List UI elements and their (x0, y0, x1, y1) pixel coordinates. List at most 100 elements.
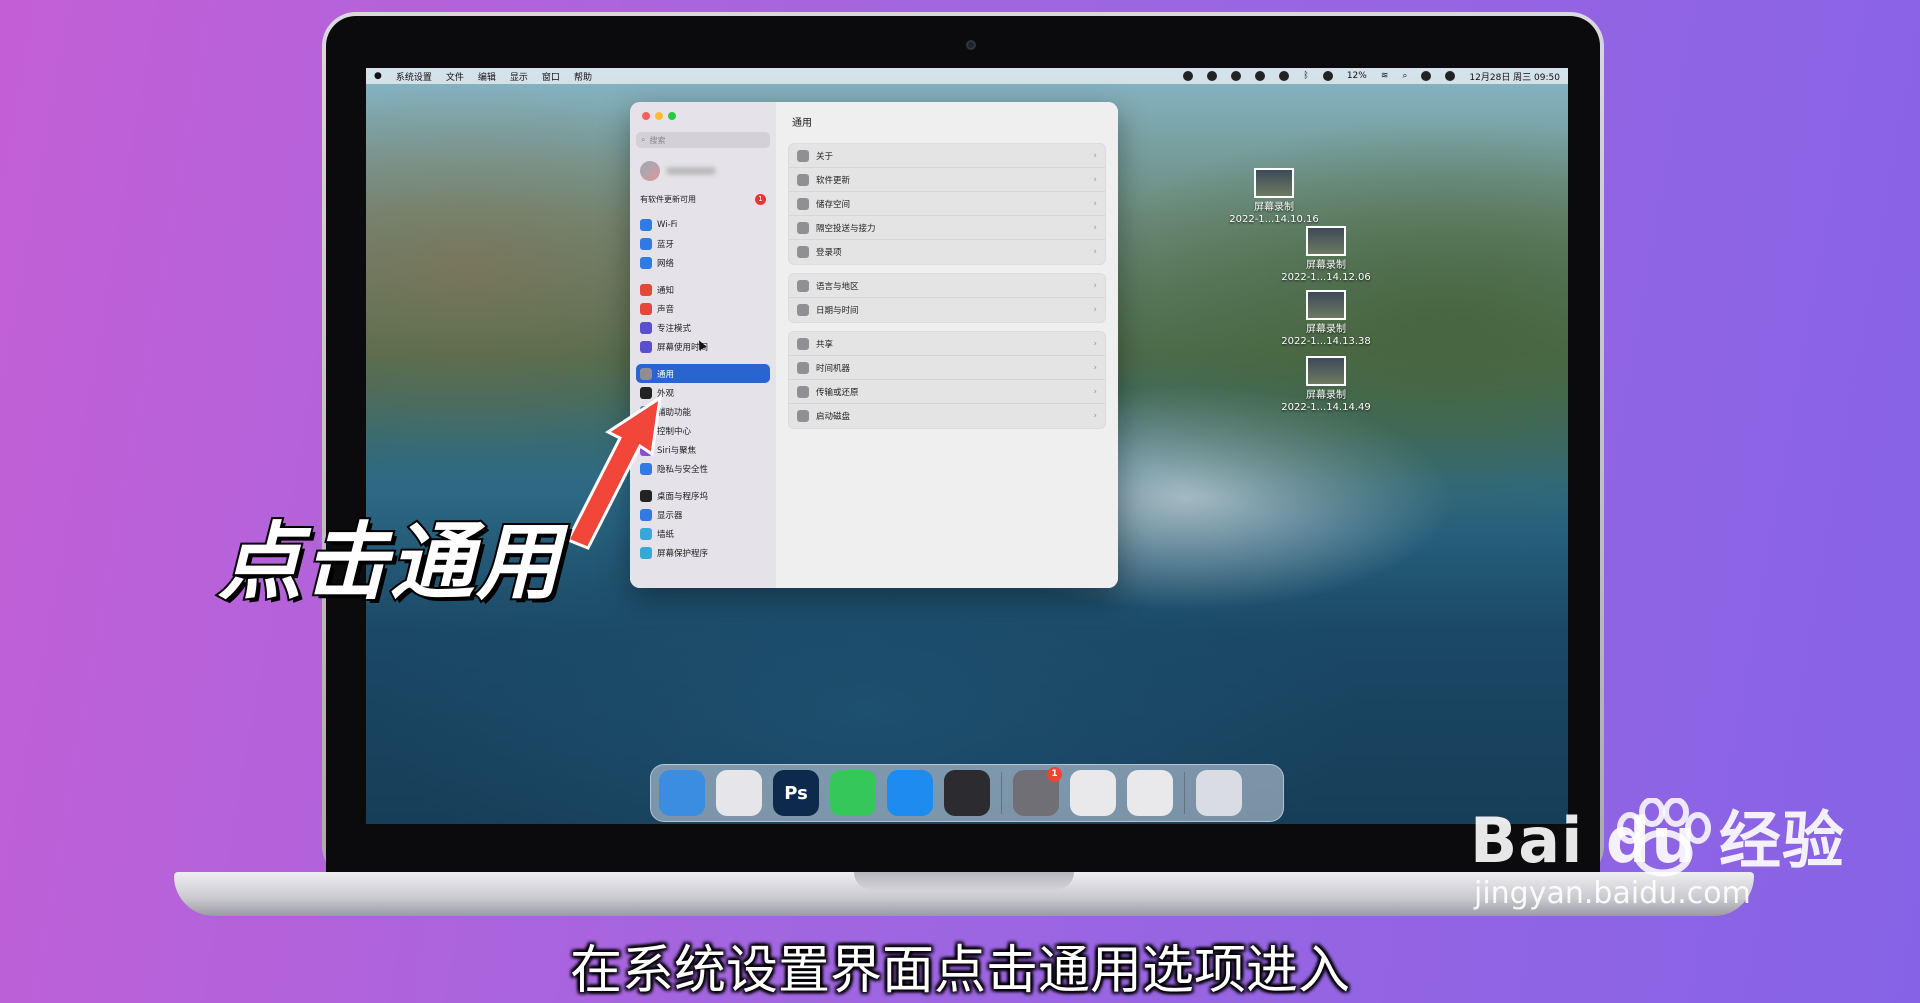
dock-photoshop-icon[interactable]: Ps (773, 770, 819, 816)
file-subtitle: 2022-1...14.10.16 (1229, 214, 1319, 225)
dock-launchpad-icon[interactable] (716, 770, 762, 816)
desktop-file-icon[interactable]: 屏幕录制 2022-1...14.13.38 (1278, 290, 1374, 348)
callout-text: 点击通用 (216, 511, 563, 613)
menu-help[interactable]: 帮助 (574, 70, 592, 83)
dock-trash-icon[interactable] (1196, 770, 1242, 816)
sidebar-item[interactable]: Wi-Fi (636, 215, 770, 234)
notification-badge: 1 (1047, 767, 1062, 782)
shield-icon[interactable] (1207, 71, 1218, 81)
desktop-file-icon[interactable]: 屏幕录制 2022-1...14.14.49 (1278, 356, 1374, 414)
menubar-clock[interactable]: 12月28日 周三 09:50 (1469, 70, 1560, 83)
file-thumbnail (1306, 226, 1346, 256)
sidebar-item-label: 通用 (657, 369, 675, 380)
sidebar-item-label: 网络 (657, 258, 675, 269)
dock-system-information-icon[interactable] (1070, 770, 1116, 816)
zoom-button[interactable] (668, 112, 676, 120)
settings-row[interactable]: 时间机器 › (789, 356, 1105, 380)
settings-group: 语言与地区 › 日期与时间 › (788, 273, 1106, 323)
settings-group: 关于 › 软件更新 › 储存空间 › 隔空投送与接力 › 登录项 › (788, 143, 1106, 265)
close-button[interactable] (642, 112, 650, 120)
settings-pane-icon (640, 321, 652, 334)
bolt-icon[interactable] (1255, 71, 1266, 81)
sidebar-item[interactable]: 专注模式 (636, 318, 770, 337)
settings-row-label: 时间机器 (816, 363, 851, 374)
file-thumbnail (1306, 356, 1346, 386)
user-icon[interactable] (1322, 71, 1333, 81)
camera-icon (966, 40, 976, 50)
menu-window[interactable]: 窗口 (542, 70, 560, 83)
dock-system-settings-icon[interactable]: 1 (1013, 767, 1062, 816)
avatar (640, 161, 660, 181)
dock-finder-icon[interactable] (659, 770, 705, 816)
settings-row-icon (797, 279, 809, 292)
settings-row[interactable]: 传输或还原 › (789, 380, 1105, 404)
settings-row-label: 储存空间 (816, 199, 851, 210)
page-title: 通用 (792, 118, 812, 129)
desktop-file-icon[interactable]: 屏幕录制 2022-1...14.12.06 (1278, 226, 1374, 284)
paw-icon (1617, 798, 1711, 877)
sidebar-item[interactable]: 声音 (636, 299, 770, 318)
settings-row-icon (797, 197, 809, 210)
battery-percent[interactable]: 12% (1347, 71, 1367, 81)
desktop-file-icon[interactable]: 屏幕录制 2022-1...14.10.16 (1226, 168, 1322, 226)
update-text: 有软件更新可用 (640, 195, 696, 204)
menu-view[interactable]: 显示 (510, 70, 528, 83)
menu-edit[interactable]: 编辑 (478, 70, 496, 83)
wifi-icon[interactable]: ≋ (1381, 71, 1389, 81)
settings-pane-icon (640, 283, 652, 296)
apple-menu-icon[interactable]: ● (374, 71, 382, 81)
account-row[interactable] (640, 158, 766, 184)
minimize-button[interactable] (655, 112, 663, 120)
dock-safari-icon[interactable] (887, 770, 933, 816)
sidebar-item[interactable]: 网络 (636, 253, 770, 272)
settings-row[interactable]: 关于 › (789, 144, 1105, 168)
siri-icon[interactable] (1445, 71, 1456, 81)
watermark-url: jingyan.baidu.com (1474, 876, 1751, 911)
account-name-blurred (666, 167, 716, 175)
chevron-right-icon: › (1093, 198, 1097, 209)
keyboard-icon[interactable] (1279, 71, 1290, 81)
sidebar-item[interactable]: 通用 (636, 364, 770, 383)
settings-row-label: 软件更新 (816, 175, 851, 186)
settings-row[interactable]: 软件更新 › (789, 168, 1105, 192)
settings-row[interactable]: 共享 › (789, 332, 1105, 356)
dock-quicktime-icon[interactable] (944, 770, 990, 816)
status-icon[interactable] (1183, 71, 1194, 81)
menu-system-settings[interactable]: 系统设置 (396, 70, 432, 83)
sidebar-group: Wi-Fi 蓝牙网络 (636, 215, 770, 272)
search-icon[interactable]: ⌕ (1402, 71, 1407, 81)
control-center-icon[interactable] (1421, 71, 1432, 81)
menu-bar: ● 系统设置 文件 编辑 显示 窗口 帮助 ᛒ 12% ≋ ⌕ 12月28日 周… (366, 68, 1568, 84)
text-icon[interactable] (1231, 71, 1242, 81)
settings-row[interactable]: 日期与时间 › (789, 298, 1105, 322)
settings-row-label: 登录项 (816, 248, 842, 258)
menu-file[interactable]: 文件 (446, 70, 464, 83)
file-title: 屏幕录制 (1306, 260, 1346, 271)
bluetooth-icon[interactable]: ᛒ (1303, 71, 1308, 81)
settings-row[interactable]: 储存空间 › (789, 192, 1105, 216)
settings-row-label: 共享 (816, 339, 834, 350)
settings-pane-icon (640, 367, 652, 380)
settings-row[interactable]: 语言与地区 › (789, 274, 1105, 298)
window-controls (642, 112, 770, 120)
sidebar-item-label: Wi-Fi (657, 219, 678, 230)
settings-pane-icon (640, 302, 652, 315)
settings-row[interactable]: 登录项 › (789, 240, 1105, 264)
settings-pane-icon (640, 237, 652, 250)
settings-group: 共享 › 时间机器 › 传输或还原 › 启动磁盘 › (788, 331, 1106, 429)
file-thumbnail (1254, 168, 1294, 198)
sidebar-item[interactable]: 通知 (636, 280, 770, 299)
settings-pane-icon (640, 256, 652, 269)
settings-row[interactable]: 隔空投送与接力 › (789, 216, 1105, 240)
search-input[interactable]: ⌕ 搜索 (636, 132, 770, 148)
arrow-shape (565, 394, 662, 550)
software-update-banner[interactable]: 有软件更新可用 1 (636, 194, 770, 205)
settings-row[interactable]: 启动磁盘 › (789, 404, 1105, 428)
search-icon: ⌕ (641, 135, 646, 144)
chevron-right-icon: › (1093, 362, 1097, 373)
dock-messages-icon[interactable] (830, 770, 876, 816)
laptop-lid: ● 系统设置 文件 编辑 显示 窗口 帮助 ᛒ 12% ≋ ⌕ 12月28日 周… (322, 12, 1604, 880)
settings-row-icon (797, 361, 809, 374)
sidebar-item[interactable]: 蓝牙 (636, 234, 770, 253)
dock-disk-utility-icon[interactable] (1127, 770, 1173, 816)
